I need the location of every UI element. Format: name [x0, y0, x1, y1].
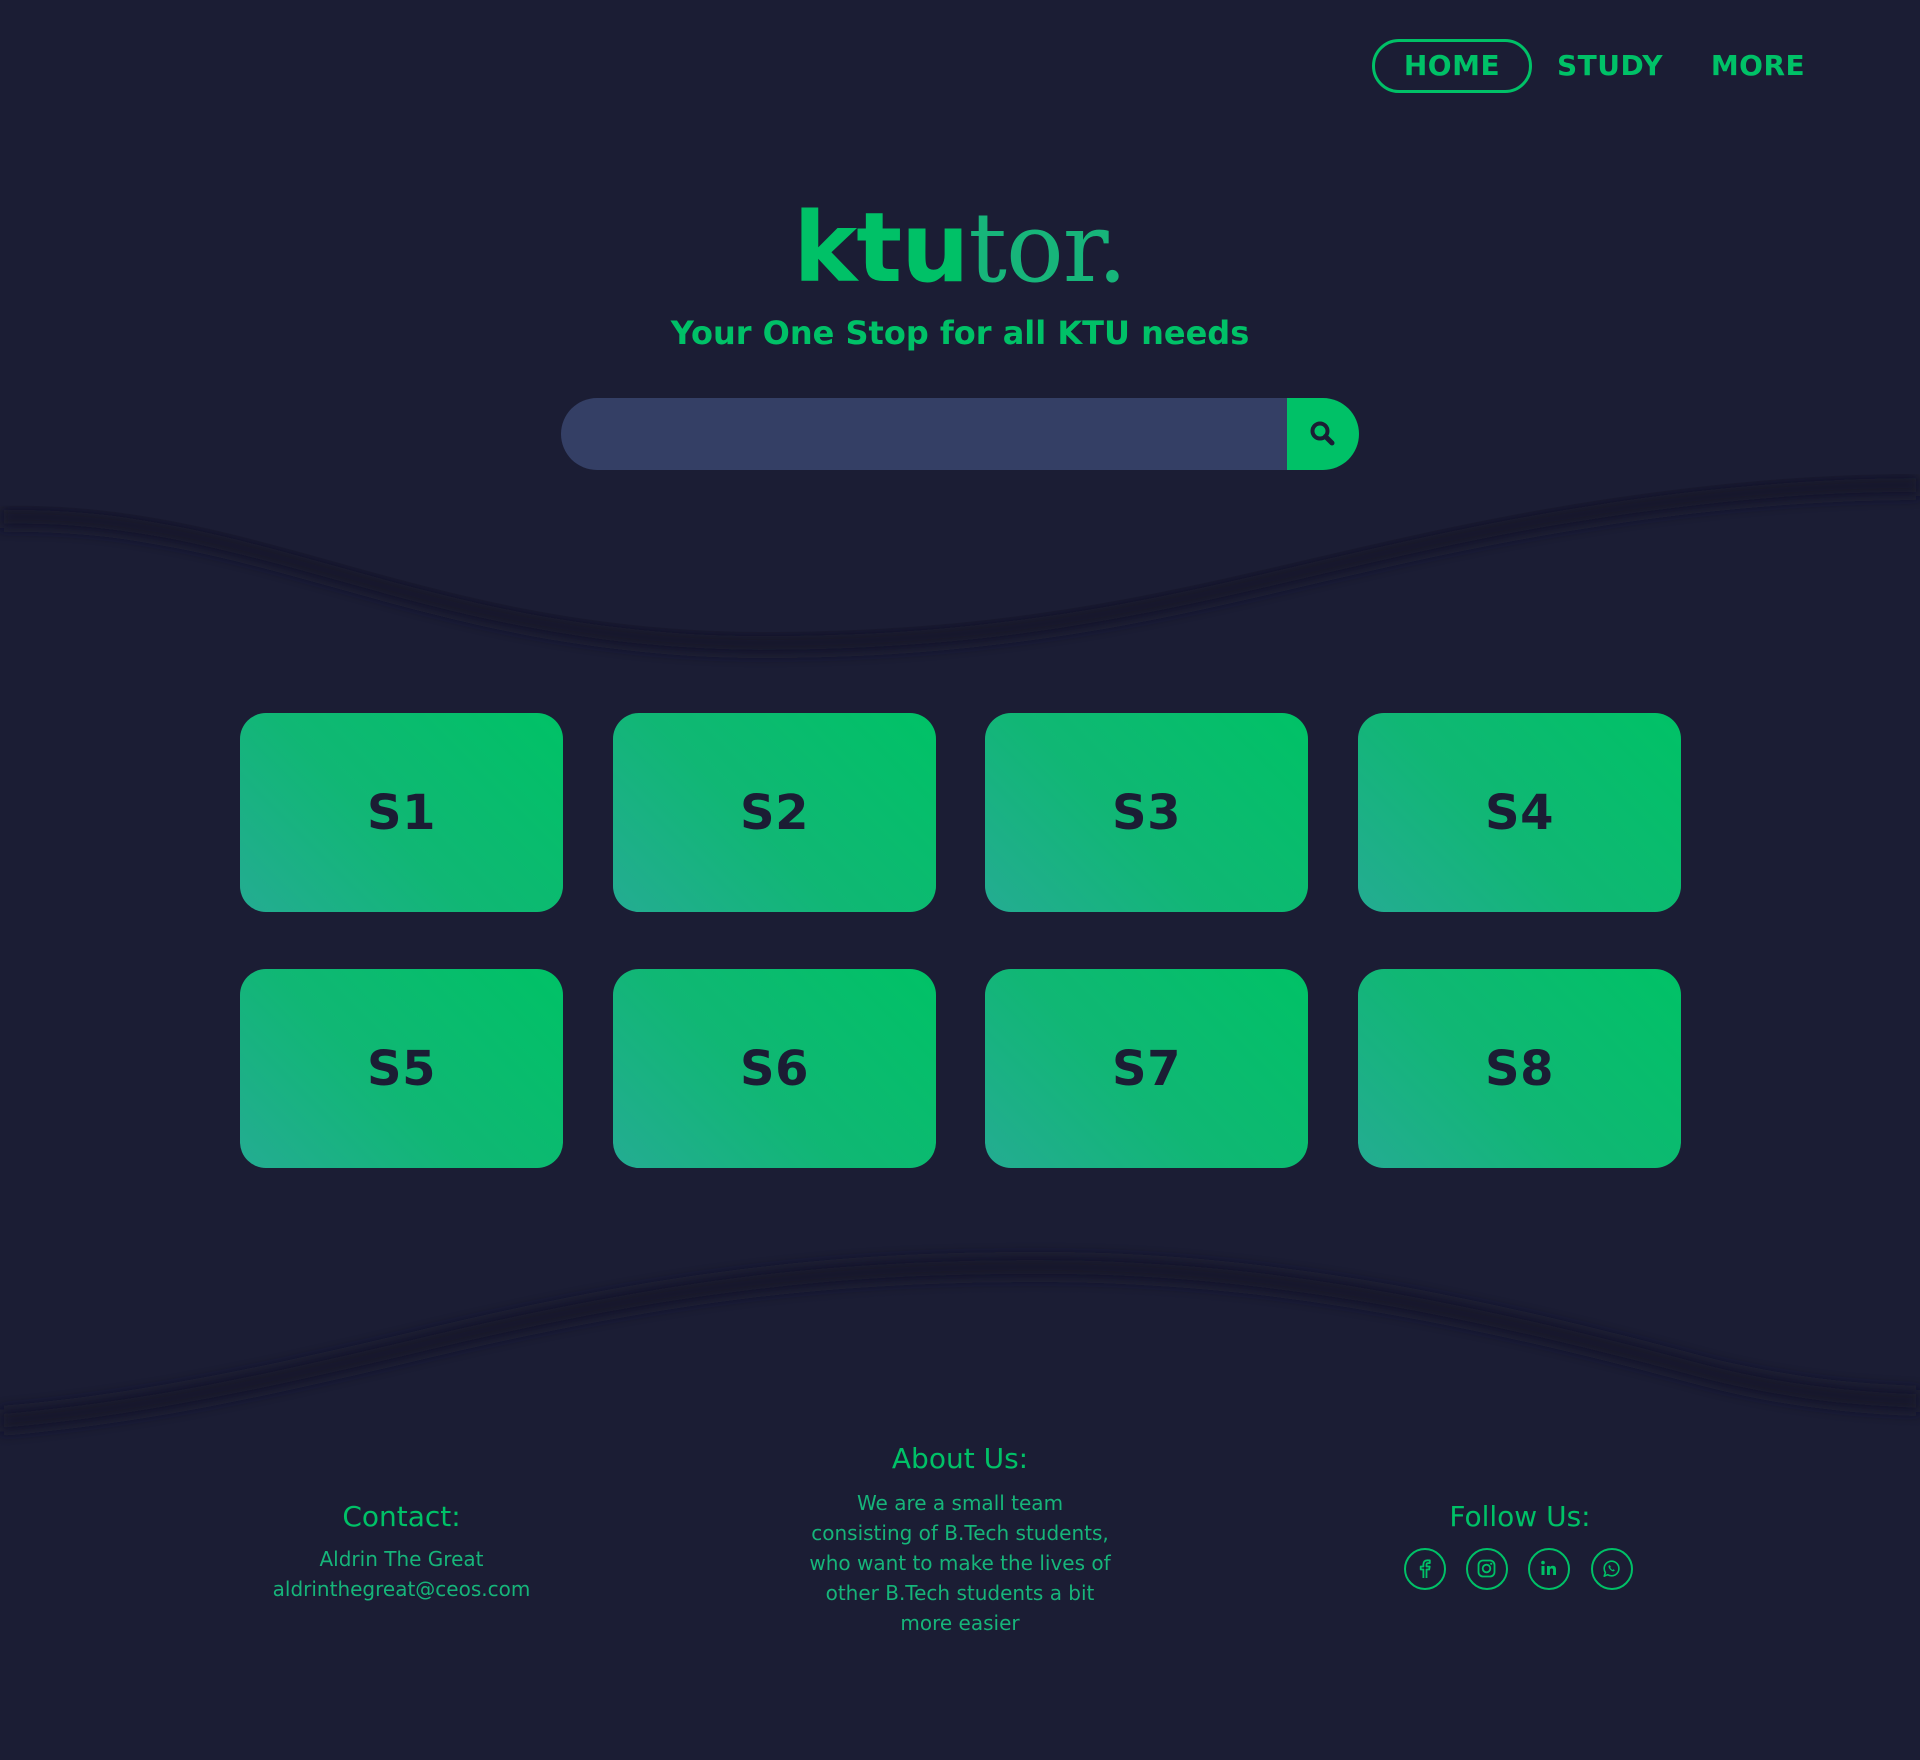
semester-label: S4: [1485, 784, 1554, 841]
semester-label: S1: [367, 784, 436, 841]
nav-home[interactable]: HOME: [1372, 39, 1532, 93]
whatsapp-link[interactable]: [1591, 1548, 1633, 1590]
contact-name: Aldrin The Great: [319, 1547, 484, 1571]
social-links: [1320, 1548, 1720, 1592]
semester-tile-s2[interactable]: S2: [613, 713, 936, 912]
semester-label: S5: [367, 1040, 436, 1097]
semester-grid: S1 S2 S3 S4 S5 S6 S7 S8: [240, 713, 1681, 1168]
nav-study[interactable]: STUDY: [1548, 39, 1672, 93]
about-heading: About Us:: [891, 1442, 1029, 1475]
logo: ktutor.: [0, 200, 1920, 296]
whatsapp-icon: [1603, 1560, 1620, 1577]
semester-tile-s4[interactable]: S4: [1358, 713, 1681, 912]
semester-tile-s7[interactable]: S7: [985, 969, 1308, 1168]
semester-label: S6: [740, 1040, 809, 1097]
semester-label: S7: [1112, 1040, 1181, 1097]
contact-heading: Contact:: [342, 1500, 461, 1533]
footer-about: About Us: We are a small team consisting…: [760, 1442, 1160, 1638]
contact-email[interactable]: aldrinthegreat@ceos.com: [200, 1574, 603, 1604]
instagram-icon: [1477, 1559, 1496, 1578]
semester-label: S2: [740, 784, 809, 841]
facebook-icon: [1419, 1559, 1431, 1578]
footer-contact: Contact: Aldrin The Great aldrinthegreat…: [200, 1500, 603, 1604]
about-text: We are a small team consisting of B.Tech…: [809, 1491, 1111, 1635]
logo-bold-part: ktu: [793, 192, 969, 304]
footer-follow: Follow Us:: [1320, 1500, 1720, 1592]
semester-tile-s6[interactable]: S6: [613, 969, 936, 1168]
search-input[interactable]: [561, 398, 1288, 470]
instagram-link[interactable]: [1466, 1548, 1508, 1590]
semester-tile-s1[interactable]: S1: [240, 713, 563, 912]
page: HOME STUDY MORE ktutor. Your One Stop fo…: [0, 0, 1920, 1760]
top-nav: HOME STUDY MORE: [0, 39, 1920, 95]
semester-label: S3: [1112, 784, 1181, 841]
linkedin-icon: [1541, 1560, 1556, 1575]
search-button[interactable]: [1287, 398, 1359, 470]
semester-tile-s5[interactable]: S5: [240, 969, 563, 1168]
nav-more[interactable]: MORE: [1700, 39, 1816, 93]
contact-details: Aldrin The Great aldrinthegreat@ceos.com: [200, 1544, 603, 1604]
semester-tile-s3[interactable]: S3: [985, 713, 1308, 912]
semester-tile-s8[interactable]: S8: [1358, 969, 1681, 1168]
semester-label: S8: [1485, 1040, 1554, 1097]
facebook-link[interactable]: [1404, 1548, 1446, 1590]
tagline: Your One Stop for all KTU needs: [670, 314, 1250, 352]
logo-light-part: tor.: [968, 192, 1127, 304]
linkedin-link[interactable]: [1528, 1548, 1570, 1590]
follow-heading: Follow Us:: [1449, 1500, 1591, 1533]
logo-wordmark: ktutor.: [793, 200, 1127, 296]
search-icon: [1310, 421, 1335, 446]
search-bar: [561, 398, 1359, 470]
